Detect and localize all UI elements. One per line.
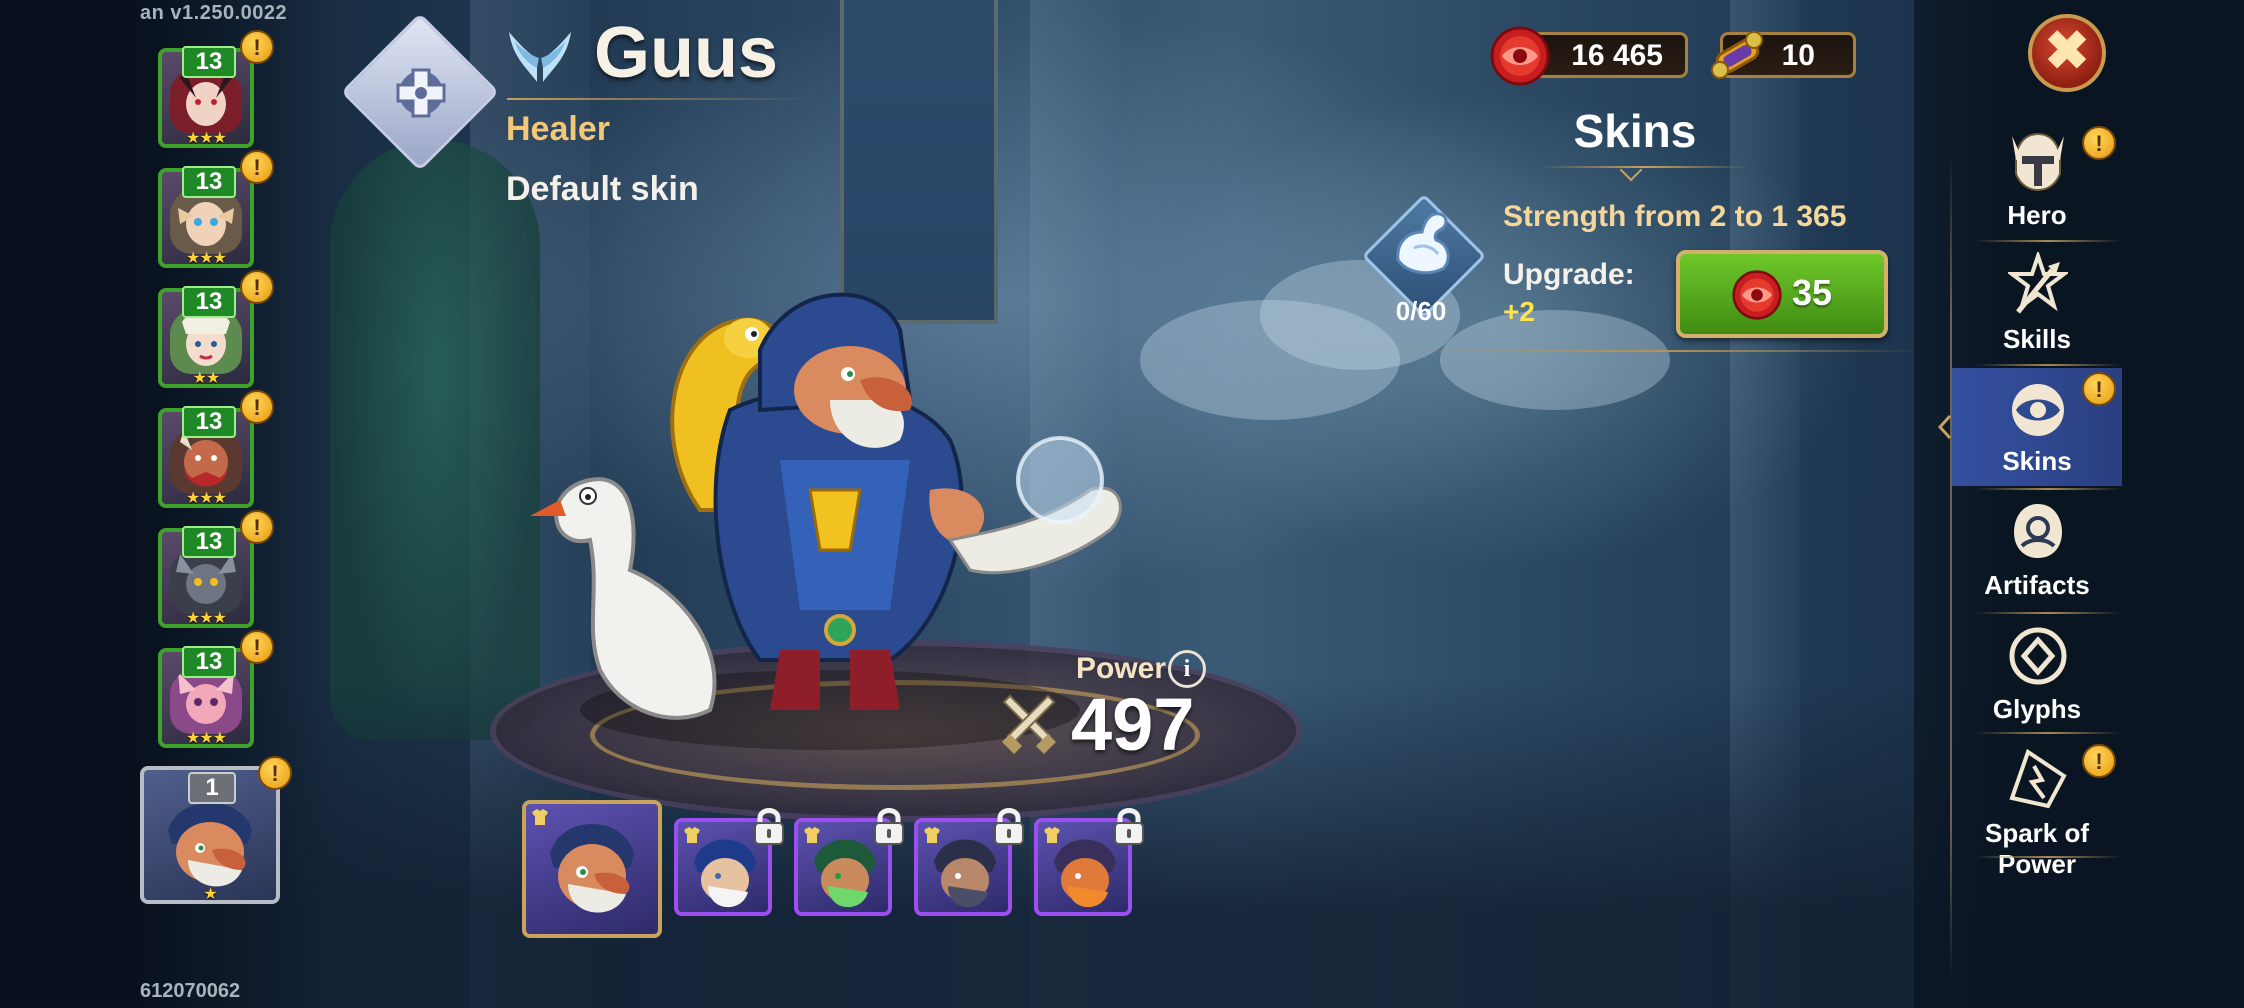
hero-level-badge: 13	[182, 526, 236, 558]
glyph-icon	[2009, 627, 2067, 685]
hero-list-item[interactable]: 13 ★★★ !	[158, 630, 274, 748]
power-label: Power	[1076, 652, 1167, 685]
skills-icon	[2008, 252, 2068, 314]
crossed-swords-icon	[1002, 694, 1056, 754]
hero-list-item[interactable]: 13 ★★★ !	[158, 390, 274, 508]
panel-divider	[1400, 350, 1920, 352]
upgrade-skin-button[interactable]: 35	[1676, 250, 1888, 338]
hero-stars: ★★★	[185, 610, 227, 627]
lock-icon	[994, 808, 1024, 845]
hero-level-badge: 1	[188, 772, 236, 804]
nav-skills[interactable]: Skills	[1952, 246, 2122, 364]
helmet-icon	[2012, 132, 2064, 192]
hero-level-badge: 13	[182, 46, 236, 78]
skin-stone-icon	[1732, 270, 1782, 320]
hero-list-item[interactable]: 13 ★★ !	[158, 270, 274, 388]
skin-portrait	[1054, 839, 1116, 908]
stat-level-progress: 0/60	[1395, 296, 1447, 326]
hero-list-item[interactable]: 13 ★★★ !	[158, 30, 274, 148]
nav-label: Skills	[2003, 324, 2071, 354]
healer-cross-icon	[396, 68, 446, 118]
hero-stars: ★★★	[185, 730, 227, 747]
wings-icon	[509, 32, 571, 82]
collapse-arrow-icon[interactable]	[1938, 414, 1952, 440]
alert-icon: !	[240, 30, 274, 64]
hero-level-badge: 13	[182, 166, 236, 198]
alert-icon: !	[240, 630, 274, 664]
skin-portrait	[934, 839, 996, 908]
hero-level-badge: 13	[182, 286, 236, 318]
hero-level-badge: 13	[182, 406, 236, 438]
alert-icon: !	[2082, 126, 2116, 160]
title-divider	[507, 98, 807, 100]
hero-name: Guus	[594, 13, 779, 93]
skins-panel-title: Skins	[1573, 105, 1697, 157]
nav-glyphs[interactable]: Glyphs	[1952, 616, 2122, 734]
nav-label: Spark of Power	[1984, 818, 2090, 879]
artifact-icon	[2014, 504, 2062, 558]
lock-icon	[874, 808, 904, 845]
upgrade-label: Upgrade:	[1503, 258, 1635, 291]
close-button[interactable]: ✖	[2028, 14, 2106, 92]
alert-icon: !	[240, 390, 274, 424]
hero-stars: ★★★	[185, 250, 227, 267]
skin-slot-default[interactable]	[522, 800, 662, 938]
alert-icon: !	[2082, 372, 2116, 406]
skin-shirt-icon	[1044, 827, 1060, 843]
alert-icon: !	[2082, 744, 2116, 778]
skin-portrait	[550, 824, 634, 913]
spark-icon	[2009, 748, 2067, 809]
alert-icon: !	[240, 510, 274, 544]
hero-level-badge: 13	[182, 646, 236, 678]
skin-shirt-icon	[684, 827, 700, 843]
alert-icon: !	[240, 150, 274, 184]
nav-skins[interactable]: Skins !	[1952, 368, 2122, 486]
hero-list-item[interactable]: 13 ★★★ !	[158, 510, 274, 628]
nav-label: Glyphs	[1992, 694, 2082, 724]
hero-list-item-selected[interactable]: 1 ★ !	[140, 756, 292, 904]
nav-artifacts[interactable]: Artifacts	[1952, 492, 2122, 610]
skin-shirt-icon	[532, 809, 548, 825]
eye-icon	[2012, 384, 2064, 436]
scroll-icon	[1711, 31, 1763, 79]
skin-stone-icon	[1490, 26, 1550, 86]
skin-stat-description: Strength from 2 to 1 365	[1503, 200, 1847, 233]
lock-icon	[1114, 808, 1144, 845]
skin-shirt-icon	[924, 827, 940, 843]
nav-label: Hero	[2007, 200, 2067, 230]
nav-label: Skins	[2002, 446, 2072, 476]
strength-muscle-icon	[1396, 212, 1450, 275]
nav-hero[interactable]: Hero !	[1952, 122, 2122, 240]
scrolls-amount: 10	[1781, 39, 1815, 72]
title-divider	[1540, 166, 1750, 168]
upgrade-value: +2	[1503, 296, 1535, 327]
alert-icon: !	[240, 270, 274, 304]
hero-list-item[interactable]: 13 ★★★ !	[158, 150, 274, 268]
hero-class: Healer	[506, 110, 610, 148]
current-skin-name: Default skin	[506, 170, 699, 208]
upgrade-cost: 35	[1792, 272, 1833, 313]
hero-stars: ★★★	[185, 130, 227, 147]
hero-stars: ★★	[192, 370, 221, 387]
power-value: 497	[1071, 683, 1195, 766]
alert-icon: !	[258, 756, 292, 790]
hero-stars: ★★★	[185, 490, 227, 507]
build-version: an v1.250.0022	[140, 2, 288, 24]
hero-stars: ★	[203, 886, 217, 903]
player-id: 612070062	[140, 980, 241, 1002]
nav-label: Artifacts	[1984, 570, 2090, 600]
skin-stones-amount: 16 465	[1571, 39, 1663, 72]
nav-spark-of-power[interactable]: Spark of Power !	[1952, 740, 2122, 879]
skin-portrait	[694, 839, 756, 908]
hero-portrait	[168, 803, 252, 887]
skin-portrait	[814, 839, 876, 908]
lock-icon	[754, 808, 784, 845]
skin-shirt-icon	[804, 827, 820, 843]
